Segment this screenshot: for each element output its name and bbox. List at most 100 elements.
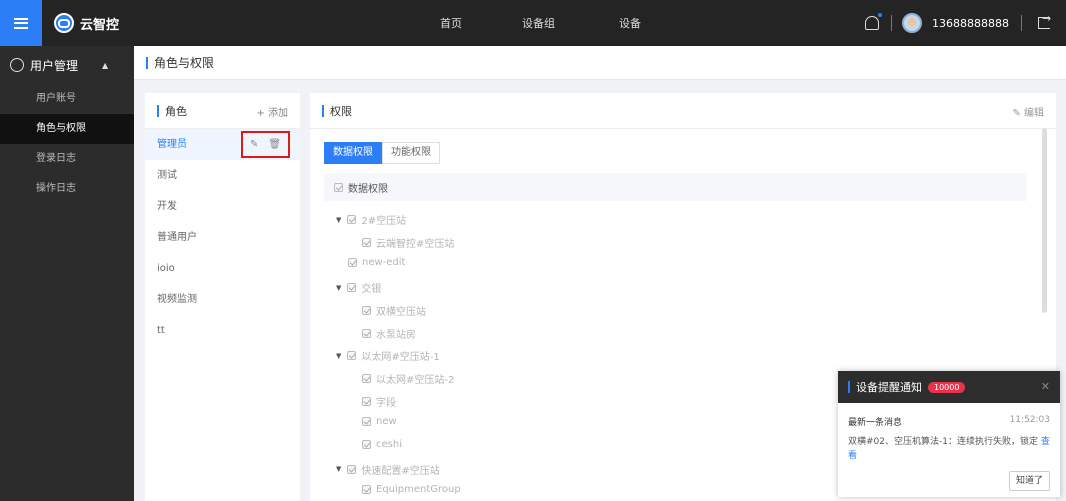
checkbox[interactable] — [348, 258, 357, 268]
checkbox[interactable] — [362, 440, 371, 449]
sidebar-item-user-accounts[interactable]: 用户账号 — [0, 84, 134, 114]
nav-device-group[interactable]: 设备组 — [522, 15, 555, 31]
sidebar: 用户管理 ▲ 用户账号 角色与权限 登录日志 操作日志 — [0, 46, 134, 501]
checkbox[interactable] — [347, 351, 357, 361]
checkbox[interactable] — [362, 305, 371, 315]
notification-subtitle-row: 最新一条消息 11:52:03 — [848, 415, 1050, 428]
notification-text: 双横#02、空压机算法-1：连续执行失败，锁定 — [848, 437, 1038, 447]
tree-node[interactable]: 云端智控#空压站 — [362, 235, 454, 250]
permission-tabs: 数据权限 功能权限 — [324, 142, 440, 164]
checkbox[interactable] — [362, 328, 371, 338]
edit-icon: ✎ — [1012, 108, 1024, 119]
accent-bar — [322, 104, 324, 117]
tree-node[interactable]: 以太网#空压站-2 — [362, 371, 454, 386]
roles-panel: 角色 + 添加 管理员 ✎ 🗑 测试 开发 普通用户 ioio 视频监测 tt — [145, 93, 300, 501]
bell-icon[interactable] — [865, 13, 883, 30]
checkbox[interactable] — [362, 485, 371, 495]
tab-function-permissions[interactable]: 功能权限 — [382, 142, 440, 164]
sidebar-group-user-management[interactable]: 用户管理 ▲ — [0, 46, 134, 84]
close-icon[interactable]: ✕ — [1041, 380, 1050, 393]
logout-icon[interactable] — [1038, 12, 1051, 29]
checkbox[interactable] — [362, 373, 371, 383]
role-item[interactable]: 视频监测 — [145, 284, 300, 315]
role-item[interactable]: tt — [145, 315, 300, 346]
tree-node[interactable]: EquipmentGroup — [362, 484, 461, 495]
tree-node-label: 双横空压站 — [376, 306, 426, 318]
tree-node-label: 字段 — [376, 397, 396, 409]
accent-bar — [146, 56, 148, 69]
nav-device[interactable]: 设备 — [619, 15, 641, 31]
expand-caret-icon[interactable]: ▼ — [336, 465, 341, 473]
sidebar-group-label: 用户管理 — [30, 58, 79, 73]
tree-node[interactable]: 水泵站房 — [362, 326, 416, 341]
checkbox[interactable] — [362, 417, 371, 427]
tree-node[interactable]: new — [362, 416, 397, 427]
app-logo[interactable]: 云智控 — [54, 13, 119, 33]
checkbox[interactable] — [334, 182, 343, 192]
sidebar-item-roles-permissions[interactable]: 角色与权限 — [0, 114, 134, 144]
scrollbar[interactable] — [1042, 128, 1047, 313]
notification-popup: 设备提醒通知 10000 ✕ 最新一条消息 11:52:03 双横#02、空压机… — [838, 371, 1060, 497]
tree-node-label: 快速配置#空压站 — [361, 465, 440, 477]
menu-toggle-button[interactable] — [0, 0, 42, 46]
tree-node-label: 以太网#空压站-2 — [376, 374, 455, 386]
avatar[interactable] — [902, 13, 923, 33]
role-item[interactable]: 测试 — [145, 160, 300, 191]
tree-node-label: 云端智控#空压站 — [376, 238, 455, 250]
acknowledge-button[interactable]: 知道了 — [1008, 471, 1050, 491]
tree-node-label: 交银 — [361, 284, 382, 296]
trash-icon[interactable]: 🗑 — [268, 139, 281, 150]
edit-permissions-button[interactable]: ✎ 编辑 — [1012, 104, 1044, 119]
tree-node-label: 水泵站房 — [376, 329, 416, 341]
checkbox[interactable] — [347, 215, 357, 224]
tree-node[interactable]: ▼ 以太网#空压站-1 — [336, 348, 440, 363]
role-label: 管理员 — [157, 139, 187, 150]
expand-caret-icon[interactable]: ▼ — [336, 216, 341, 224]
top-right-area: 13688888888 — [865, 0, 1066, 46]
notification-title: 设备提醒通知 — [856, 381, 922, 394]
top-bar: 云智控 首页 设备组 设备 13688888888 — [0, 0, 1066, 46]
role-item[interactable]: ioio — [145, 253, 300, 284]
role-item[interactable]: 管理员 ✎ 🗑 — [145, 129, 300, 160]
roles-header: 角色 + 添加 — [145, 93, 300, 129]
tree-node[interactable]: ▼ 交银 — [336, 280, 381, 295]
user-phone[interactable]: 13688888888 — [932, 17, 1009, 30]
breadcrumb: 角色与权限 — [134, 46, 1066, 80]
tree-node[interactable]: ▼ 快速配置#空压站 — [336, 462, 440, 477]
tree-node[interactable]: 字段 — [362, 394, 396, 409]
expand-caret-icon[interactable]: ▼ — [336, 352, 341, 360]
cloud-logo-icon — [54, 13, 74, 33]
hamburger-icon — [14, 17, 28, 29]
permissions-header: 权限 ✎ 编辑 — [310, 93, 1056, 129]
tree-node[interactable]: ▼ 2#空压站 — [336, 212, 406, 227]
page-title: 角色与权限 — [154, 56, 215, 70]
role-item[interactable]: 开发 — [145, 191, 300, 222]
accent-bar — [848, 381, 850, 393]
chevron-up-icon: ▲ — [102, 60, 109, 70]
add-role-button[interactable]: + 添加 — [256, 104, 288, 119]
accent-bar — [157, 104, 159, 117]
tab-data-permissions[interactable]: 数据权限 — [324, 142, 382, 164]
checkbox[interactable] — [362, 396, 371, 406]
tree-node[interactable]: 双横空压站 — [362, 303, 426, 318]
nav-home[interactable]: 首页 — [440, 15, 462, 31]
tree-node-label: 以太网#空压站-1 — [361, 352, 440, 364]
notification-time: 11:52:03 — [1009, 415, 1050, 425]
expand-caret-icon[interactable]: ▼ — [336, 284, 341, 292]
tree-node-label: new-edit — [362, 257, 406, 269]
checkbox[interactable] — [347, 283, 357, 293]
sidebar-item-operation-log[interactable]: 操作日志 — [0, 174, 134, 204]
tree-node-label: ceshi — [376, 439, 402, 450]
role-actions: ✎ 🗑 — [241, 131, 290, 158]
notification-message: 双横#02、空压机算法-1：连续执行失败，锁定 查看 — [848, 435, 1050, 463]
edit-icon[interactable]: ✎ — [250, 139, 258, 150]
checkbox[interactable] — [362, 237, 371, 247]
roles-title: 角色 — [165, 104, 187, 118]
sidebar-item-login-log[interactable]: 登录日志 — [0, 144, 134, 174]
tree-node[interactable]: new-edit — [348, 257, 405, 268]
tree-header-label: 数据权限 — [348, 183, 388, 195]
checkbox[interactable] — [347, 464, 357, 474]
role-item[interactable]: 普通用户 — [145, 222, 300, 253]
tree-node[interactable]: ceshi — [362, 439, 402, 450]
divider — [1021, 15, 1022, 31]
